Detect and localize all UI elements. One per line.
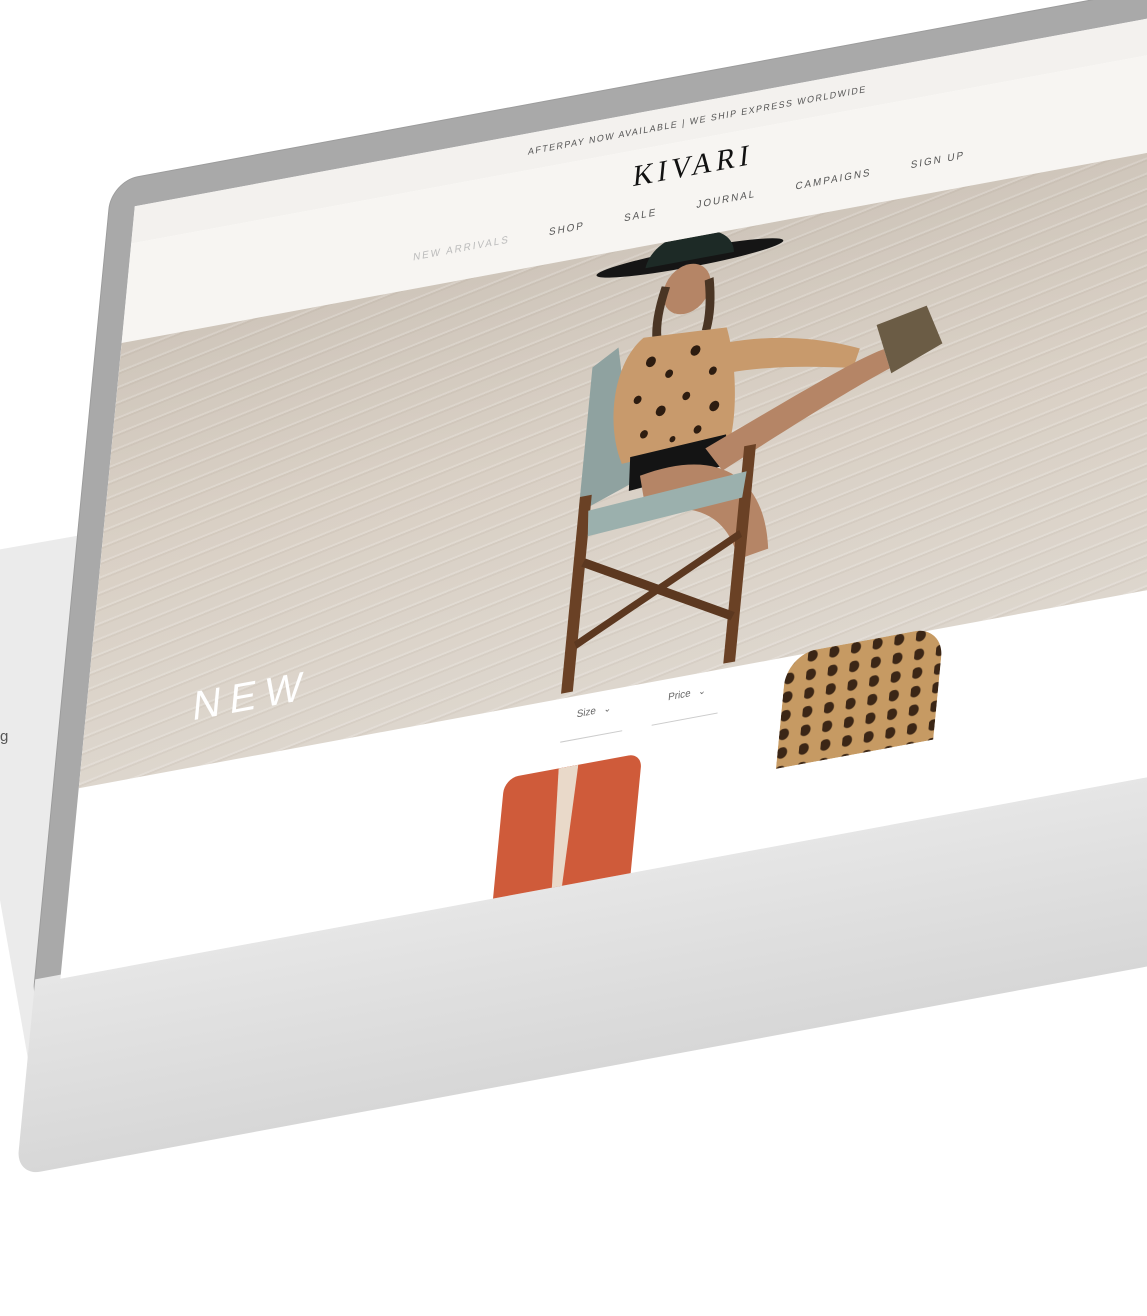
size-filter-label: Size [576, 705, 597, 721]
nav-sign-up[interactable]: SIGN UP [910, 150, 965, 171]
apple-logo-icon [920, 1072, 971, 1144]
nav-campaigns[interactable]: CAMPAIGNS [795, 167, 872, 192]
nav-shop[interactable]: SHOP [549, 220, 586, 238]
size-filter[interactable]: Size ⌄ [560, 689, 627, 743]
nav-sale[interactable]: SALE [624, 207, 658, 225]
chevron-down-icon: ⌄ [603, 702, 612, 715]
edge-text: g [0, 728, 9, 745]
nav-new-arrivals[interactable]: NEW ARRIVALS [413, 234, 511, 263]
nav-journal[interactable]: JOURNAL [696, 189, 757, 211]
monitor: AFTERPAY NOW AVAILABLE | WE SHIP EXPRESS… [16, 0, 1147, 1177]
chevron-down-icon: ⌄ [697, 685, 707, 697]
price-filter-label: Price [667, 687, 692, 704]
product-image-detail [532, 762, 593, 895]
price-filter[interactable]: Price ⌄ [651, 672, 722, 726]
